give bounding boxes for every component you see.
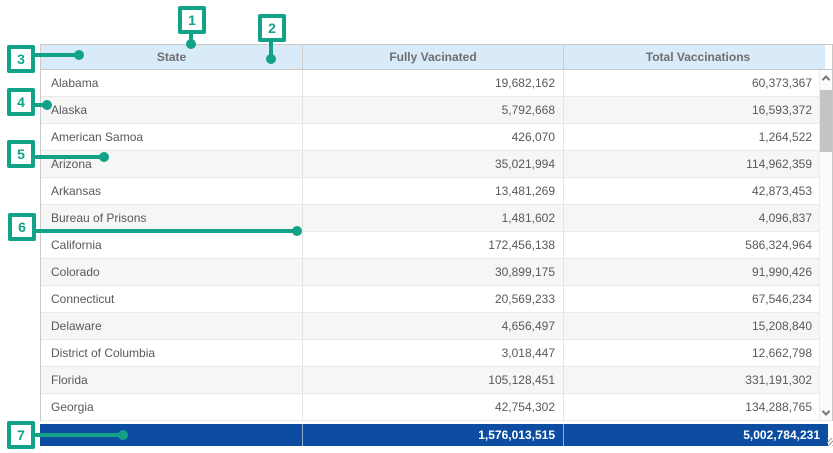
table-row[interactable]: Colorado 30,899,175 91,990,426 xyxy=(41,259,832,286)
cell-fully-vaccinated: 42,754,302 xyxy=(303,394,564,420)
cell-state: Alabama xyxy=(41,70,303,96)
callout-1-box: 1 xyxy=(178,6,206,34)
cell-state: Arkansas xyxy=(41,178,303,204)
callout-3-line xyxy=(33,53,79,57)
table-row[interactable]: Alabama 19,682,162 60,373,367 xyxy=(41,70,832,97)
cell-state: Colorado xyxy=(41,259,303,285)
callout-2-dot xyxy=(266,54,276,64)
callout-7-box: 7 xyxy=(7,421,35,449)
cell-fully-vaccinated: 1,481,602 xyxy=(303,205,564,231)
callout-4-box: 4 xyxy=(7,88,35,116)
cell-total-vaccinations: 331,191,302 xyxy=(564,367,832,393)
callout-6-box: 6 xyxy=(8,213,36,241)
callout-3-box: 3 xyxy=(7,45,35,73)
callout-4-dot xyxy=(42,100,52,110)
scroll-up-button[interactable] xyxy=(820,70,832,85)
scrollbar-thumb[interactable] xyxy=(820,90,832,152)
cell-fully-vaccinated: 3,018,447 xyxy=(303,340,564,366)
cell-fully-vaccinated: 4,656,497 xyxy=(303,313,564,339)
table-row[interactable]: California 172,456,138 586,324,964 xyxy=(41,232,832,259)
cell-state: Bureau of Prisons xyxy=(41,205,303,231)
table-row[interactable]: American Samoa 426,070 1,264,522 xyxy=(41,124,832,151)
table-row[interactable]: Bureau of Prisons 1,481,602 4,096,837 xyxy=(41,205,832,232)
cell-total-vaccinations: 114,962,359 xyxy=(564,151,832,177)
callout-7-line xyxy=(33,433,123,437)
cell-total-vaccinations: 15,208,840 xyxy=(564,313,832,339)
table-row[interactable]: District of Columbia 3,018,447 12,662,79… xyxy=(41,340,832,367)
cell-total-vaccinations: 60,373,367 xyxy=(564,70,832,96)
cell-state: Florida xyxy=(41,367,303,393)
cell-fully-vaccinated: 30,899,175 xyxy=(303,259,564,285)
column-header-fully-vaccinated[interactable]: Fully Vacinated xyxy=(303,45,564,69)
table-body: Alabama 19,682,162 60,373,367 Alaska 5,7… xyxy=(41,70,832,421)
column-header-total-vaccinations[interactable]: Total Vaccinations xyxy=(564,45,832,69)
cell-total-vaccinations: 12,662,798 xyxy=(564,340,832,366)
vertical-scrollbar[interactable] xyxy=(819,70,832,420)
cell-state: Georgia xyxy=(41,394,303,420)
cell-total-vaccinations: 91,990,426 xyxy=(564,259,832,285)
table-row[interactable]: Delaware 4,656,497 15,208,840 xyxy=(41,313,832,340)
cell-fully-vaccinated: 426,070 xyxy=(303,124,564,150)
cell-fully-vaccinated: 13,481,269 xyxy=(303,178,564,204)
callout-5-dot xyxy=(99,152,109,162)
chevron-up-icon xyxy=(822,75,830,83)
callout-3-dot xyxy=(74,50,84,60)
summary-fully-vaccinated-total: 1,576,013,515 xyxy=(302,424,563,446)
cell-fully-vaccinated: 172,456,138 xyxy=(303,232,564,258)
cell-total-vaccinations: 4,096,837 xyxy=(564,205,832,231)
cell-state: American Samoa xyxy=(41,124,303,150)
callout-6-dot xyxy=(292,226,302,236)
callout-2-box: 2 xyxy=(258,14,286,42)
summary-total-vaccinations-total: 5,002,784,231 xyxy=(563,424,828,446)
cell-state: California xyxy=(41,232,303,258)
cell-total-vaccinations: 134,288,765 xyxy=(564,394,832,420)
cell-total-vaccinations: 1,264,522 xyxy=(564,124,832,150)
cell-fully-vaccinated: 19,682,162 xyxy=(303,70,564,96)
table-row[interactable]: Georgia 42,754,302 134,288,765 xyxy=(41,394,832,421)
callout-5-line xyxy=(33,155,104,159)
cell-total-vaccinations: 67,546,234 xyxy=(564,286,832,312)
cell-state: Alaska xyxy=(41,97,303,123)
cell-fully-vaccinated: 20,569,233 xyxy=(303,286,564,312)
cell-fully-vaccinated: 35,021,994 xyxy=(303,151,564,177)
chevron-down-icon xyxy=(822,407,830,415)
callout-1-dot xyxy=(186,39,196,49)
summary-totals-row: 1,576,013,515 5,002,784,231 xyxy=(40,424,828,446)
table-row[interactable]: Connecticut 20,569,233 67,546,234 xyxy=(41,286,832,313)
cell-total-vaccinations: 586,324,964 xyxy=(564,232,832,258)
cell-fully-vaccinated: 105,128,451 xyxy=(303,367,564,393)
cell-fully-vaccinated: 5,792,668 xyxy=(303,97,564,123)
table-header-row: State Fully Vacinated Total Vaccinations xyxy=(41,45,832,70)
table-row[interactable]: Florida 105,128,451 331,191,302 xyxy=(41,367,832,394)
table-row[interactable]: Arkansas 13,481,269 42,873,453 xyxy=(41,178,832,205)
table-row[interactable]: Alaska 5,792,668 16,593,372 xyxy=(41,97,832,124)
callout-5-box: 5 xyxy=(7,140,35,168)
cell-total-vaccinations: 16,593,372 xyxy=(564,97,832,123)
callout-7-dot xyxy=(118,430,128,440)
cell-total-vaccinations: 42,873,453 xyxy=(564,178,832,204)
table-row[interactable]: Arizona 35,021,994 114,962,359 xyxy=(41,151,832,178)
cell-state: District of Columbia xyxy=(41,340,303,366)
resize-grip-icon[interactable] xyxy=(827,438,833,446)
scroll-down-button[interactable] xyxy=(820,405,832,420)
cell-state: Delaware xyxy=(41,313,303,339)
cell-state: Connecticut xyxy=(41,286,303,312)
header-corner xyxy=(825,45,832,69)
callout-6-line xyxy=(34,229,297,233)
